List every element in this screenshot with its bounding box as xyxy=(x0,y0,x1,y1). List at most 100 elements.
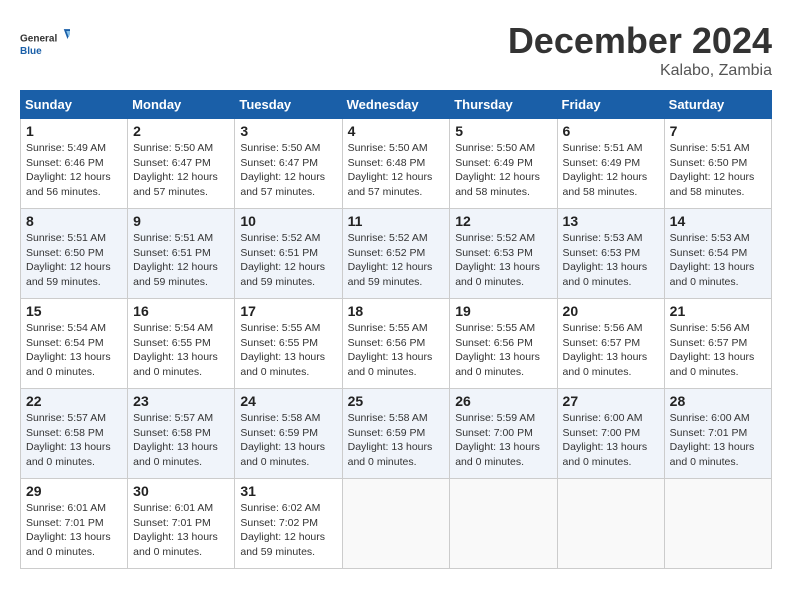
calendar-week-5: 29 Sunrise: 6:01 AM Sunset: 7:01 PM Dayli… xyxy=(21,479,772,569)
day-number: 20 xyxy=(563,303,659,319)
day-number: 26 xyxy=(455,393,551,409)
calendar-week-1: 1Sunrise: 5:49 AM Sunset: 6:46 PM Daylig… xyxy=(21,119,772,209)
day-number: 6 xyxy=(563,123,659,139)
day-info: Sunrise: 6:01 AM Sunset: 7:01 PM Dayligh… xyxy=(133,501,229,560)
location-title: Kalabo, Zambia xyxy=(508,62,772,80)
day-info: Sunrise: 5:55 AM Sunset: 6:55 PM Dayligh… xyxy=(240,321,336,380)
day-number: 29 xyxy=(26,483,122,499)
day-number: 28 xyxy=(670,393,766,409)
day-number: 15 xyxy=(26,303,122,319)
table-row xyxy=(557,479,664,569)
day-info: Sunrise: 5:50 AM Sunset: 6:49 PM Dayligh… xyxy=(455,141,551,200)
table-row: 16 Sunrise: 5:54 AM Sunset: 6:55 PM Dayli… xyxy=(128,299,235,389)
logo: General Blue xyxy=(20,20,72,70)
calendar-week-4: 22 Sunrise: 5:57 AM Sunset: 6:58 PM Dayli… xyxy=(21,389,772,479)
table-row: 1Sunrise: 5:49 AM Sunset: 6:46 PM Daylig… xyxy=(21,119,128,209)
day-number: 5 xyxy=(455,123,551,139)
table-row xyxy=(664,479,771,569)
header-wednesday: Wednesday xyxy=(342,91,450,119)
day-number: 19 xyxy=(455,303,551,319)
table-row: 4Sunrise: 5:50 AM Sunset: 6:48 PM Daylig… xyxy=(342,119,450,209)
day-info: Sunrise: 5:49 AM Sunset: 6:46 PM Dayligh… xyxy=(26,141,122,200)
table-row: 17Sunrise: 5:55 AM Sunset: 6:55 PM Dayli… xyxy=(235,299,342,389)
calendar-week-3: 15 Sunrise: 5:54 AM Sunset: 6:54 PM Dayli… xyxy=(21,299,772,389)
table-row: 21 Sunrise: 5:56 AM Sunset: 6:57 PM Dayli… xyxy=(664,299,771,389)
table-row: 15 Sunrise: 5:54 AM Sunset: 6:54 PM Dayli… xyxy=(21,299,128,389)
day-info: Sunrise: 5:52 AM Sunset: 6:53 PM Dayligh… xyxy=(455,231,551,290)
table-row: 26 Sunrise: 5:59 AM Sunset: 7:00 PM Dayli… xyxy=(450,389,557,479)
header: General Blue December 2024 Kalabo, Zambi… xyxy=(20,20,772,80)
table-row: 30Sunrise: 6:01 AM Sunset: 7:01 PM Dayli… xyxy=(128,479,235,569)
table-row: 8 Sunrise: 5:51 AM Sunset: 6:50 PM Daylig… xyxy=(21,209,128,299)
table-row: 9 Sunrise: 5:51 AM Sunset: 6:51 PM Daylig… xyxy=(128,209,235,299)
table-row: 29 Sunrise: 6:01 AM Sunset: 7:01 PM Dayli… xyxy=(21,479,128,569)
calendar-header-row: Sunday Monday Tuesday Wednesday Thursday… xyxy=(21,91,772,119)
table-row: 5 Sunrise: 5:50 AM Sunset: 6:49 PM Daylig… xyxy=(450,119,557,209)
day-number: 21 xyxy=(670,303,766,319)
day-info: Sunrise: 5:56 AM Sunset: 6:57 PM Dayligh… xyxy=(563,321,659,380)
table-row: 23 Sunrise: 5:57 AM Sunset: 6:58 PM Dayli… xyxy=(128,389,235,479)
day-number: 14 xyxy=(670,213,766,229)
day-info: Sunrise: 5:51 AM Sunset: 6:50 PM Dayligh… xyxy=(26,231,122,290)
day-number: 8 xyxy=(26,213,122,229)
day-number: 4 xyxy=(348,123,445,139)
day-info: Sunrise: 5:57 AM Sunset: 6:58 PM Dayligh… xyxy=(26,411,122,470)
day-number: 12 xyxy=(455,213,551,229)
day-number: 27 xyxy=(563,393,659,409)
day-info: Sunrise: 5:55 AM Sunset: 6:56 PM Dayligh… xyxy=(348,321,445,380)
day-info: Sunrise: 5:57 AM Sunset: 6:58 PM Dayligh… xyxy=(133,411,229,470)
table-row xyxy=(342,479,450,569)
header-saturday: Saturday xyxy=(664,91,771,119)
day-info: Sunrise: 5:55 AM Sunset: 6:56 PM Dayligh… xyxy=(455,321,551,380)
table-row: 12 Sunrise: 5:52 AM Sunset: 6:53 PM Dayli… xyxy=(450,209,557,299)
calendar: Sunday Monday Tuesday Wednesday Thursday… xyxy=(20,90,772,569)
table-row xyxy=(450,479,557,569)
table-row: 14 Sunrise: 5:53 AM Sunset: 6:54 PM Dayli… xyxy=(664,209,771,299)
table-row: 22 Sunrise: 5:57 AM Sunset: 6:58 PM Dayli… xyxy=(21,389,128,479)
table-row: 6 Sunrise: 5:51 AM Sunset: 6:49 PM Daylig… xyxy=(557,119,664,209)
day-info: Sunrise: 5:53 AM Sunset: 6:53 PM Dayligh… xyxy=(563,231,659,290)
day-number: 7 xyxy=(670,123,766,139)
day-info: Sunrise: 5:53 AM Sunset: 6:54 PM Dayligh… xyxy=(670,231,766,290)
day-info: Sunrise: 5:51 AM Sunset: 6:49 PM Dayligh… xyxy=(563,141,659,200)
header-monday: Monday xyxy=(128,91,235,119)
table-row: 31Sunrise: 6:02 AM Sunset: 7:02 PM Dayli… xyxy=(235,479,342,569)
day-info: Sunrise: 6:00 AM Sunset: 7:01 PM Dayligh… xyxy=(670,411,766,470)
header-sunday: Sunday xyxy=(21,91,128,119)
day-info: Sunrise: 5:58 AM Sunset: 6:59 PM Dayligh… xyxy=(240,411,336,470)
day-number: 16 xyxy=(133,303,229,319)
day-info: Sunrise: 5:56 AM Sunset: 6:57 PM Dayligh… xyxy=(670,321,766,380)
title-area: December 2024 Kalabo, Zambia xyxy=(508,20,772,80)
header-friday: Friday xyxy=(557,91,664,119)
table-row: 24Sunrise: 5:58 AM Sunset: 6:59 PM Dayli… xyxy=(235,389,342,479)
day-number: 3 xyxy=(240,123,336,139)
table-row: 10Sunrise: 5:52 AM Sunset: 6:51 PM Dayli… xyxy=(235,209,342,299)
day-number: 10 xyxy=(240,213,336,229)
day-info: Sunrise: 5:51 AM Sunset: 6:51 PM Dayligh… xyxy=(133,231,229,290)
svg-text:Blue: Blue xyxy=(20,46,42,57)
day-info: Sunrise: 5:59 AM Sunset: 7:00 PM Dayligh… xyxy=(455,411,551,470)
day-number: 25 xyxy=(348,393,445,409)
table-row: 3Sunrise: 5:50 AM Sunset: 6:47 PM Daylig… xyxy=(235,119,342,209)
day-number: 2 xyxy=(133,123,229,139)
svg-text:General: General xyxy=(20,34,57,45)
day-info: Sunrise: 5:58 AM Sunset: 6:59 PM Dayligh… xyxy=(348,411,445,470)
day-number: 9 xyxy=(133,213,229,229)
month-title: December 2024 xyxy=(508,20,772,62)
table-row: 7 Sunrise: 5:51 AM Sunset: 6:50 PM Daylig… xyxy=(664,119,771,209)
table-row: 28 Sunrise: 6:00 AM Sunset: 7:01 PM Dayli… xyxy=(664,389,771,479)
day-info: Sunrise: 5:52 AM Sunset: 6:52 PM Dayligh… xyxy=(348,231,445,290)
day-number: 22 xyxy=(26,393,122,409)
table-row: 2Sunrise: 5:50 AM Sunset: 6:47 PM Daylig… xyxy=(128,119,235,209)
table-row: 11 Sunrise: 5:52 AM Sunset: 6:52 PM Dayli… xyxy=(342,209,450,299)
day-info: Sunrise: 6:00 AM Sunset: 7:00 PM Dayligh… xyxy=(563,411,659,470)
table-row: 27 Sunrise: 6:00 AM Sunset: 7:00 PM Dayli… xyxy=(557,389,664,479)
table-row: 25 Sunrise: 5:58 AM Sunset: 6:59 PM Dayli… xyxy=(342,389,450,479)
day-info: Sunrise: 5:51 AM Sunset: 6:50 PM Dayligh… xyxy=(670,141,766,200)
day-info: Sunrise: 6:01 AM Sunset: 7:01 PM Dayligh… xyxy=(26,501,122,560)
day-info: Sunrise: 5:54 AM Sunset: 6:54 PM Dayligh… xyxy=(26,321,122,380)
day-info: Sunrise: 5:54 AM Sunset: 6:55 PM Dayligh… xyxy=(133,321,229,380)
day-number: 11 xyxy=(348,213,445,229)
table-row: 20 Sunrise: 5:56 AM Sunset: 6:57 PM Dayli… xyxy=(557,299,664,389)
day-number: 23 xyxy=(133,393,229,409)
